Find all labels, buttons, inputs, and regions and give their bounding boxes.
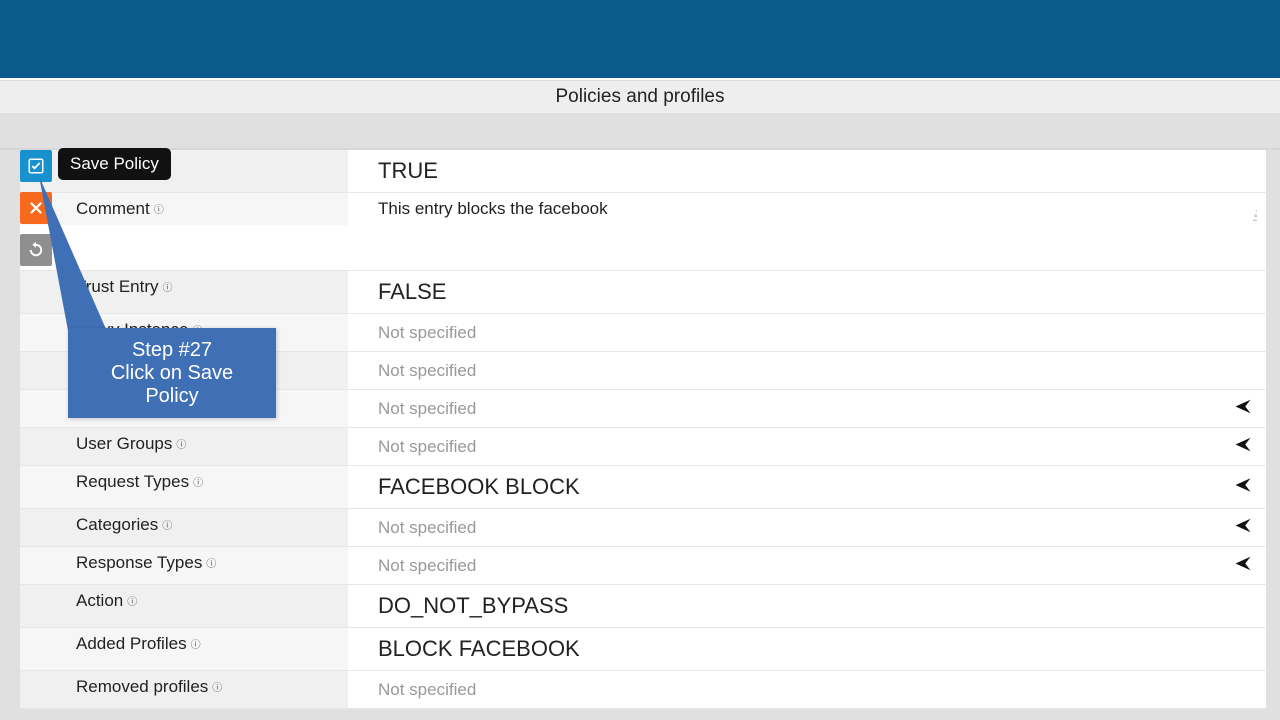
value-action[interactable]: DO_NOT_BYPASS <box>348 585 1266 627</box>
row-user-groups: User Groupsⓘ Not specified <box>20 428 1266 466</box>
policy-form: TRUE Commentⓘ This entry blocks the face… <box>20 150 1266 709</box>
info-icon[interactable]: ⓘ <box>162 517 172 532</box>
value-comment[interactable]: This entry blocks the facebook .:.:: <box>348 193 1266 225</box>
row-categories: Categoriesⓘ Not specified <box>20 509 1266 547</box>
value-added-profiles[interactable]: BLOCK FACEBOOK <box>348 628 1266 670</box>
spacer-bar <box>0 114 1280 150</box>
info-icon[interactable]: ⓘ <box>212 679 222 694</box>
row-action: Actionⓘ DO_NOT_BYPASS <box>20 585 1266 628</box>
send-icon[interactable] <box>1234 474 1252 500</box>
callout-line1: Step #27 <box>111 339 233 362</box>
instruction-callout: Step #27 Click on Save Policy <box>68 328 276 418</box>
value-extra-2[interactable]: Not specified <box>348 390 1266 427</box>
row-response-types: Response Typesⓘ Not specified <box>20 547 1266 585</box>
resize-handle-icon[interactable]: .:.:: <box>1252 211 1256 219</box>
value-response-types[interactable]: Not specified <box>348 547 1266 584</box>
send-icon[interactable] <box>1234 435 1252 458</box>
check-box-icon <box>27 157 45 175</box>
info-icon[interactable]: ⓘ <box>163 279 173 294</box>
top-banner <box>0 0 1280 78</box>
page-title: Policies and profiles <box>556 86 725 108</box>
page-subheader: Policies and profiles <box>0 80 1280 114</box>
value-trust-entry[interactable]: FALSE <box>348 271 1266 313</box>
row-request-types: Request Typesⓘ FACEBOOK BLOCK <box>20 466 1266 509</box>
row-comment: Commentⓘ This entry blocks the facebook … <box>20 193 1266 271</box>
callout-line2: Click on Save <box>111 362 233 385</box>
label-response-types: Response Typesⓘ <box>20 547 348 584</box>
label-action: Actionⓘ <box>20 585 348 627</box>
row-removed-profiles: Removed profilesⓘ Not specified <box>20 671 1266 709</box>
label-removed-profiles: Removed profilesⓘ <box>20 671 348 708</box>
send-icon[interactable] <box>1234 397 1252 420</box>
value-request-types[interactable]: FACEBOOK BLOCK <box>348 466 1266 508</box>
info-icon[interactable]: ⓘ <box>206 555 216 570</box>
label-added-profiles: Added Profilesⓘ <box>20 628 348 670</box>
row-trust-entry: Trust Entryⓘ FALSE <box>20 271 1266 314</box>
value-extra-1[interactable]: Not specified <box>348 352 1266 389</box>
info-icon[interactable]: ⓘ <box>176 436 186 451</box>
value-categories[interactable]: Not specified <box>348 509 1266 546</box>
info-icon[interactable]: ⓘ <box>193 474 203 489</box>
value-user-groups[interactable]: Not specified <box>348 428 1266 465</box>
label-categories: Categoriesⓘ <box>20 509 348 546</box>
label-user-groups: User Groupsⓘ <box>20 428 348 465</box>
info-icon[interactable]: ⓘ <box>127 593 137 608</box>
value-removed-profiles[interactable]: Not specified <box>348 671 1266 708</box>
value-enabled[interactable]: TRUE <box>348 150 1266 192</box>
callout-line3: Policy <box>111 385 233 408</box>
send-icon[interactable] <box>1234 516 1252 539</box>
send-icon[interactable] <box>1234 554 1252 577</box>
row-added-profiles: Added Profilesⓘ BLOCK FACEBOOK <box>20 628 1266 671</box>
value-proxy-instance[interactable]: Not specified <box>348 314 1266 351</box>
main-panel: Save Policy Step #27 Click on Save Polic… <box>0 150 1280 720</box>
label-request-types: Request Typesⓘ <box>20 466 348 508</box>
row-enabled: TRUE <box>20 150 1266 193</box>
info-icon[interactable]: ⓘ <box>191 636 201 651</box>
